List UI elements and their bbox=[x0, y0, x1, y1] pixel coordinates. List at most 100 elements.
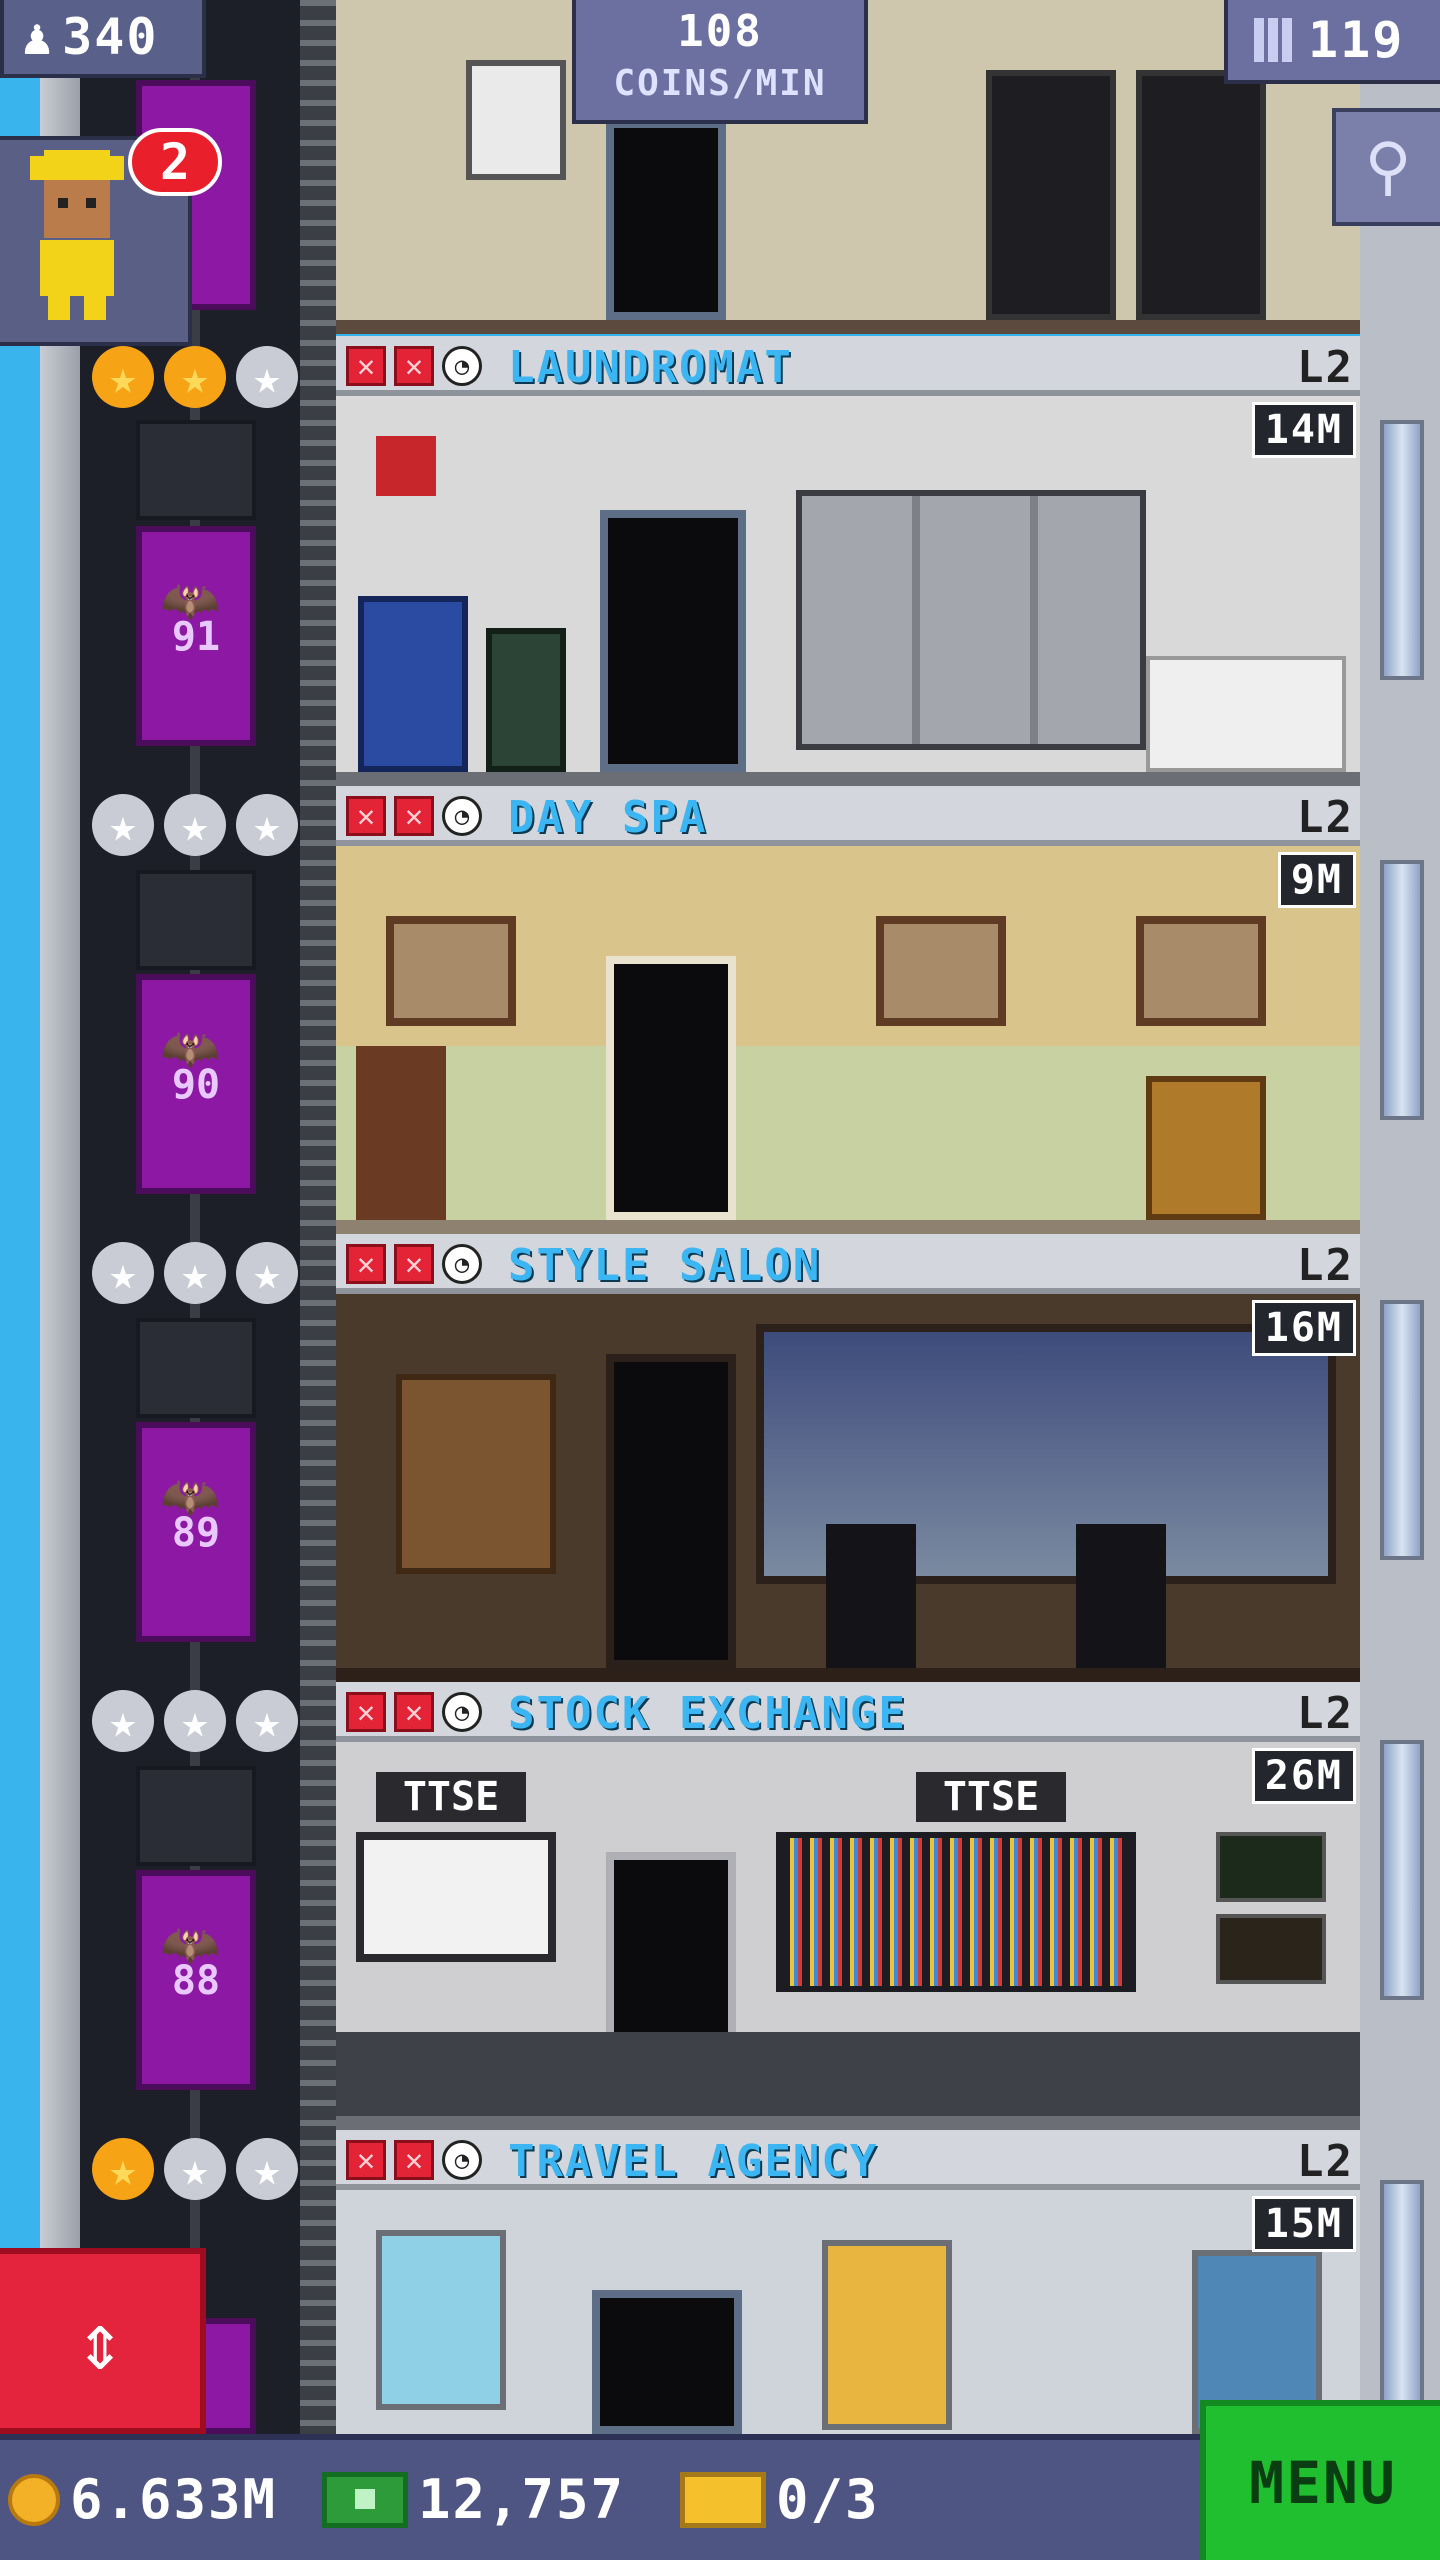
floor-stock-exchange[interactable]: ✕ ✕ ◔ STOCK EXCHANGE L2 TTSE TTSE 26M bbox=[336, 1682, 1360, 2130]
coins-display: 6.633M bbox=[8, 2468, 277, 2531]
star-silver-icon: ★ bbox=[92, 1242, 154, 1304]
golden-ticket-icon bbox=[680, 2471, 766, 2528]
star-silver-icon: ★ bbox=[92, 1690, 154, 1752]
search-button[interactable]: ⚲ bbox=[1332, 108, 1440, 226]
floor-room[interactable] bbox=[336, 846, 1360, 1234]
bux-value: 12,757 bbox=[418, 2468, 626, 2531]
floor-counter[interactable]: 119 bbox=[1224, 0, 1440, 84]
x-icon: ✕ bbox=[346, 2140, 386, 2180]
framed-painting bbox=[1136, 916, 1266, 1026]
x-icon: ✕ bbox=[394, 346, 434, 386]
coins-per-min-label: COINS/MIN bbox=[613, 63, 827, 104]
star-silver-icon: ★ bbox=[164, 794, 226, 856]
washing-machines bbox=[796, 490, 1146, 750]
elevator-floor-number: 88 bbox=[171, 1958, 221, 2004]
floor-name: STYLE SALON bbox=[508, 1240, 822, 1291]
floor-level: L2 bbox=[1297, 342, 1354, 393]
elevator-button[interactable]: ⇕ bbox=[0, 2248, 206, 2434]
star-silver-icon: ★ bbox=[236, 346, 298, 408]
menu-button[interactable]: MENU bbox=[1200, 2400, 1440, 2560]
floor-room[interactable]: TTSE TTSE bbox=[336, 1742, 1360, 2130]
star-silver-icon: ★ bbox=[164, 1690, 226, 1752]
wall-window bbox=[1380, 1300, 1424, 1560]
elevator-door-closed bbox=[136, 1318, 256, 1418]
coins-value: 6.633M bbox=[70, 2468, 278, 2531]
monitor bbox=[1216, 1832, 1326, 1902]
vending-machine bbox=[358, 596, 468, 772]
coins-per-min-panel: 108 COINS/MIN bbox=[572, 0, 868, 124]
ticker-sign: TTSE bbox=[376, 1772, 526, 1822]
x-icon: ✕ bbox=[394, 1244, 434, 1284]
population-counter: ♟ 340 bbox=[0, 0, 206, 78]
framed-certificate bbox=[466, 60, 566, 180]
floor-header bbox=[336, 336, 1360, 396]
stock-chart-board bbox=[356, 1832, 556, 1962]
restock-timer: 26M bbox=[1251, 1748, 1356, 1804]
travel-poster bbox=[376, 2230, 506, 2410]
right-building-wall bbox=[1360, 0, 1440, 2560]
notification-badge: 2 bbox=[128, 128, 222, 196]
elevator-car[interactable]: 🦇 89 bbox=[136, 1422, 256, 1642]
person-icon: ♟ bbox=[22, 8, 55, 66]
x-icon: ✕ bbox=[346, 1692, 386, 1732]
no-sign bbox=[376, 436, 436, 496]
x-icon: ✕ bbox=[346, 1244, 386, 1284]
star-silver-icon: ★ bbox=[236, 1690, 298, 1752]
bitizen-avatar-icon bbox=[30, 150, 124, 320]
floor-room[interactable] bbox=[336, 1294, 1360, 1682]
wall-window bbox=[1380, 1740, 1424, 2000]
restock-timer: 9M bbox=[1277, 852, 1356, 908]
elevator-car[interactable]: 🦇 88 bbox=[136, 1870, 256, 2090]
folding-counter bbox=[1146, 656, 1346, 772]
floor-room[interactable] bbox=[336, 396, 1360, 786]
floor-stars: ★ ★ ★ bbox=[92, 1242, 298, 1304]
floor-room[interactable] bbox=[336, 2190, 1360, 2434]
elevator-door-closed bbox=[136, 420, 256, 520]
floor-name: DAY SPA bbox=[508, 792, 708, 843]
clock-icon: ◔ bbox=[442, 1244, 482, 1284]
cabinet bbox=[356, 1046, 446, 1220]
floor-day-spa[interactable]: ✕ ✕ ◔ DAY SPA L2 9M bbox=[336, 786, 1360, 1234]
elevator-car[interactable]: 🦇 91 bbox=[136, 526, 256, 746]
floor-level: L2 bbox=[1297, 792, 1354, 843]
bookshelf bbox=[396, 1374, 556, 1574]
elevator-floor-number: 90 bbox=[171, 1062, 221, 1108]
room-floor bbox=[336, 2116, 1360, 2130]
floor-header bbox=[336, 786, 1360, 846]
star-gold-icon: ★ bbox=[92, 346, 154, 408]
armchair bbox=[1146, 1076, 1266, 1220]
elevator-car[interactable]: 🦇 90 bbox=[136, 974, 256, 1194]
floor-count-value: 119 bbox=[1308, 11, 1405, 69]
elevator-door-closed bbox=[136, 870, 256, 970]
star-gold-icon: ★ bbox=[92, 2138, 154, 2200]
clock-icon: ◔ bbox=[442, 1692, 482, 1732]
floor-laundromat[interactable]: ✕ ✕ ◔ LAUNDROMAT L2 14M bbox=[336, 336, 1360, 786]
left-building-wall bbox=[40, 0, 80, 2560]
room-door bbox=[606, 120, 726, 320]
room-floor bbox=[336, 320, 1360, 334]
room-floor bbox=[336, 1668, 1360, 1682]
floor-status-icons: ✕ ✕ ◔ bbox=[346, 1244, 482, 1284]
bux-display[interactable]: 12,757 bbox=[322, 2468, 625, 2531]
clock-icon: ◔ bbox=[442, 2140, 482, 2180]
bux-icon bbox=[322, 2471, 408, 2528]
x-icon: ✕ bbox=[346, 346, 386, 386]
star-gold-icon: ★ bbox=[164, 346, 226, 408]
floor-level: L2 bbox=[1297, 1240, 1354, 1291]
room-door bbox=[606, 1354, 736, 1668]
floor-name: LAUNDROMAT bbox=[508, 342, 793, 393]
floor-travel-agency[interactable]: ✕ ✕ ◔ TRAVEL AGENCY L2 15M bbox=[336, 2130, 1360, 2434]
stock-ticker-display bbox=[776, 1832, 1136, 1992]
restock-timer: 16M bbox=[1251, 1300, 1356, 1356]
restock-timer: 14M bbox=[1251, 402, 1356, 458]
restock-timer: 15M bbox=[1251, 2196, 1356, 2252]
floor-style-salon[interactable]: ✕ ✕ ◔ STYLE SALON L2 16M bbox=[336, 1234, 1360, 1682]
sky-background bbox=[0, 0, 40, 2560]
display-cabinet bbox=[1136, 70, 1266, 320]
tickets-display[interactable]: 0/3 bbox=[680, 2468, 880, 2531]
floor-name: TRAVEL AGENCY bbox=[508, 2136, 879, 2187]
up-down-arrows-icon: ⇕ bbox=[75, 2294, 125, 2388]
floor-level: L2 bbox=[1297, 1688, 1354, 1739]
floor-stars: ★ ★ ★ bbox=[92, 794, 298, 856]
room-door bbox=[592, 2290, 742, 2434]
